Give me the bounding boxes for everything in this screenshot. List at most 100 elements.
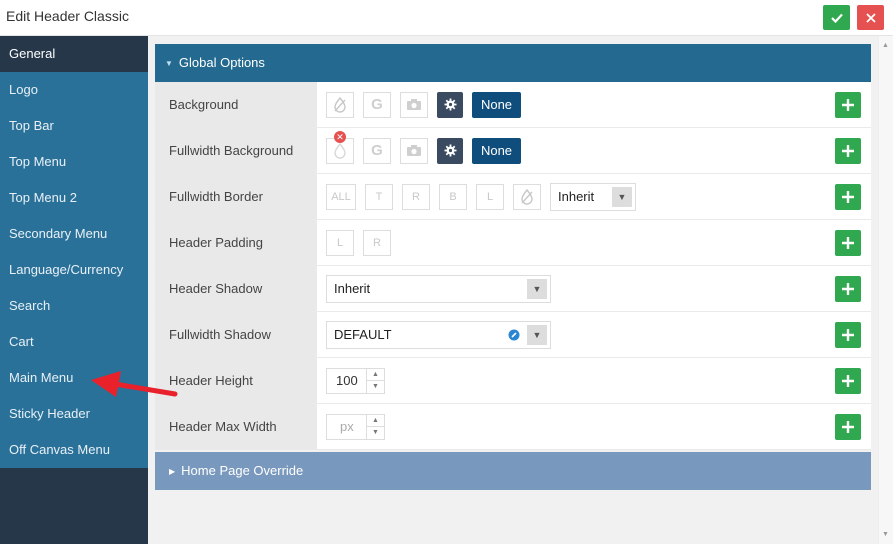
color-picker-button[interactable] xyxy=(326,91,354,118)
save-button[interactable] xyxy=(823,5,850,30)
padding-right-button[interactable]: R xyxy=(363,229,391,256)
none-button[interactable]: None xyxy=(472,137,521,164)
edit-icon[interactable] xyxy=(508,329,520,341)
border-side-bottom-button[interactable]: B xyxy=(439,183,467,210)
option-label: Header Shadow xyxy=(155,266,317,311)
settings-button[interactable] xyxy=(437,137,463,164)
scroll-up-icon[interactable]: ▲ xyxy=(882,42,889,49)
option-row-background: Background G None xyxy=(155,82,871,128)
plus-icon xyxy=(842,191,854,203)
decrement-icon[interactable]: ▼ xyxy=(367,381,384,393)
caret-right-icon: ▶ xyxy=(169,467,176,476)
gear-icon xyxy=(444,98,456,111)
add-button[interactable] xyxy=(835,414,861,440)
sidebar-item-label: Language/Currency xyxy=(9,262,124,277)
add-button[interactable] xyxy=(835,184,861,210)
sidebar-item-label: Search xyxy=(9,298,51,313)
section-header-global-options[interactable]: ▼ Global Options xyxy=(155,44,871,82)
sidebar-item-label: Secondary Menu xyxy=(9,226,108,241)
check-icon xyxy=(830,13,843,23)
option-row-header-max-width: Header Max Width px ▲ ▼ xyxy=(155,404,871,450)
header-shadow-select[interactable]: Inherit ▼ xyxy=(326,274,551,303)
modal-title-bar: Edit Header Classic xyxy=(0,0,893,36)
scrollbar[interactable]: ▲ ▼ xyxy=(878,36,893,544)
header-height-input[interactable]: 100 ▲ ▼ xyxy=(326,367,385,394)
add-button[interactable] xyxy=(835,230,861,256)
sidebar-item-search[interactable]: Search xyxy=(0,288,148,324)
increment-icon[interactable]: ▲ xyxy=(367,369,384,381)
plus-icon xyxy=(842,145,854,157)
sidebar-item-off-canvas-menu[interactable]: Off Canvas Menu xyxy=(0,432,148,468)
sidebar-item-label: Top Menu xyxy=(9,154,67,169)
gear-icon xyxy=(444,144,456,157)
fullwidth-shadow-select[interactable]: DEFAULT ▼ xyxy=(326,320,551,349)
sidebar-item-label: Off Canvas Menu xyxy=(9,442,110,457)
scroll-down-icon[interactable]: ▼ xyxy=(882,531,889,538)
gradient-button[interactable]: G xyxy=(363,91,391,118)
option-label: Fullwidth Background xyxy=(155,128,317,173)
sidebar-item-top-menu[interactable]: Top Menu xyxy=(0,144,148,180)
plus-icon xyxy=(842,375,854,387)
input-value: 100 xyxy=(336,372,358,388)
chevron-down-icon: ▼ xyxy=(612,186,632,207)
sidebar-item-label: Top Bar xyxy=(9,118,54,133)
number-spinner[interactable]: ▲ ▼ xyxy=(366,414,384,439)
chevron-down-icon: ▼ xyxy=(527,324,547,345)
number-spinner[interactable]: ▲ ▼ xyxy=(366,368,384,393)
image-button[interactable] xyxy=(400,137,428,164)
close-button[interactable] xyxy=(857,5,884,30)
plus-icon xyxy=(842,329,854,341)
add-button[interactable] xyxy=(835,138,861,164)
image-button[interactable] xyxy=(400,91,428,118)
add-button[interactable] xyxy=(835,92,861,118)
remove-color-icon[interactable]: ✕ xyxy=(334,131,346,143)
section-header-home-page-override[interactable]: ▶ Home Page Override xyxy=(155,452,871,490)
color-drop-icon xyxy=(521,188,533,205)
padding-left-button[interactable]: L xyxy=(326,229,354,256)
modal-title: Edit Header Classic xyxy=(6,8,129,24)
sidebar-item-language-currency[interactable]: Language/Currency xyxy=(0,252,148,288)
plus-icon xyxy=(842,237,854,249)
border-style-select[interactable]: Inherit ▼ xyxy=(550,182,636,211)
color-drop-icon xyxy=(334,96,346,113)
sidebar-item-top-bar[interactable]: Top Bar xyxy=(0,108,148,144)
add-button[interactable] xyxy=(835,322,861,348)
option-row-fullwidth-border: Fullwidth Border ALL T R B L Inherit ▼ xyxy=(155,174,871,220)
decrement-icon[interactable]: ▼ xyxy=(367,427,384,439)
border-color-button[interactable] xyxy=(513,183,541,210)
border-side-right-button[interactable]: R xyxy=(402,183,430,210)
option-row-fullwidth-shadow: Fullwidth Shadow DEFAULT ▼ xyxy=(155,312,871,358)
border-side-top-button[interactable]: T xyxy=(365,183,393,210)
select-value: DEFAULT xyxy=(334,326,392,342)
section-title: Global Options xyxy=(178,55,265,70)
gradient-button[interactable]: G xyxy=(363,137,391,164)
camera-icon xyxy=(407,99,421,110)
none-button[interactable]: None xyxy=(472,91,521,118)
plus-icon xyxy=(842,283,854,295)
option-label: Fullwidth Border xyxy=(155,174,317,219)
add-button[interactable] xyxy=(835,368,861,394)
select-value: Inherit xyxy=(558,188,595,204)
annotation-arrow-icon xyxy=(91,371,178,397)
sidebar-item-label: Main Menu xyxy=(9,370,74,385)
color-drop-icon xyxy=(334,142,346,159)
gradient-icon: G xyxy=(371,142,383,159)
close-icon xyxy=(865,12,876,23)
sidebar-item-label: Logo xyxy=(9,82,38,97)
sidebar-item-secondary-menu[interactable]: Secondary Menu xyxy=(0,216,148,252)
option-label: Header Max Width xyxy=(155,404,317,449)
sidebar-item-cart[interactable]: Cart xyxy=(0,324,148,360)
increment-icon[interactable]: ▲ xyxy=(367,415,384,427)
sidebar-item-top-menu-2[interactable]: Top Menu 2 xyxy=(0,180,148,216)
sidebar-item-general[interactable]: General xyxy=(0,36,148,72)
header-max-width-input[interactable]: px ▲ ▼ xyxy=(326,413,385,440)
settings-button[interactable] xyxy=(437,91,463,118)
border-side-left-button[interactable]: L xyxy=(476,183,504,210)
add-button[interactable] xyxy=(835,276,861,302)
camera-icon xyxy=(407,145,421,156)
option-row-header-shadow: Header Shadow Inherit ▼ xyxy=(155,266,871,312)
chevron-down-icon: ▼ xyxy=(527,278,547,299)
option-label: Header Height xyxy=(155,358,317,403)
border-side-all-button[interactable]: ALL xyxy=(326,183,356,210)
sidebar-item-logo[interactable]: Logo xyxy=(0,72,148,108)
